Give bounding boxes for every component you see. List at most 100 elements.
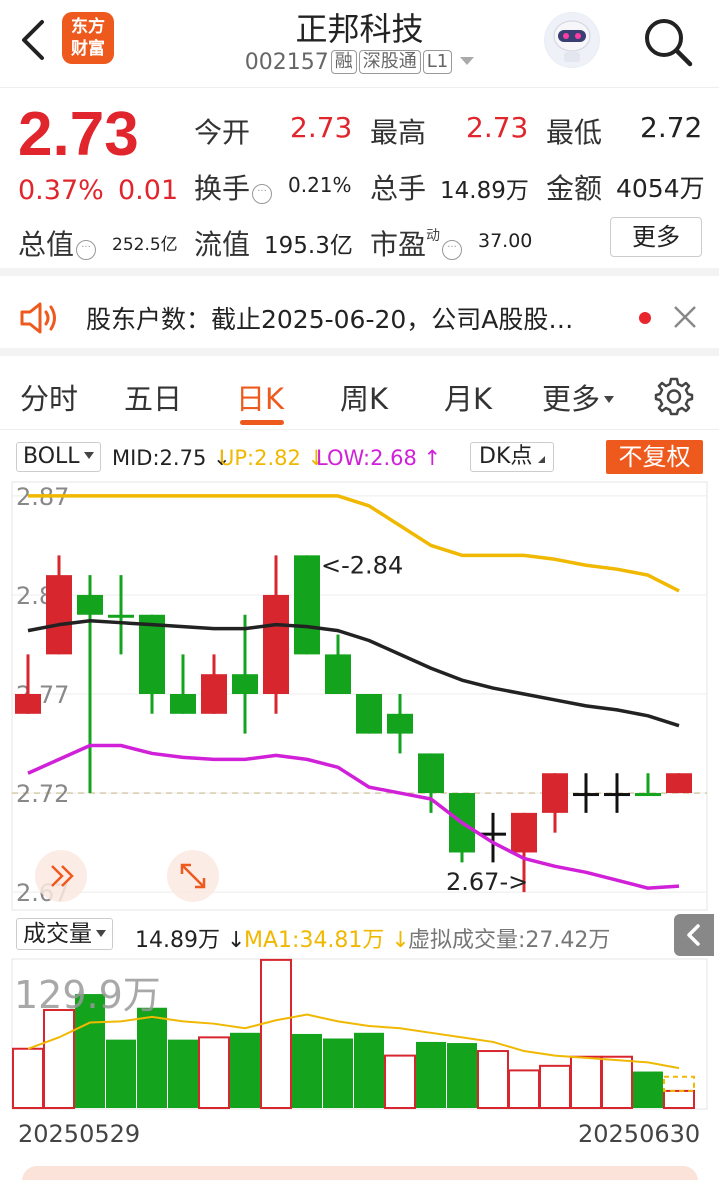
volume-bar bbox=[292, 1033, 322, 1108]
dk-point-select[interactable]: DK点 bbox=[470, 442, 555, 472]
stock-name: 正邦科技 bbox=[295, 10, 424, 48]
volume-bar bbox=[416, 1041, 446, 1108]
volume-bar bbox=[539, 1064, 571, 1109]
volume-bar bbox=[508, 1069, 540, 1109]
low-value: 2.72 bbox=[640, 111, 703, 144]
collapse-panel-icon[interactable] bbox=[674, 914, 714, 956]
last-price: 2.73 bbox=[18, 100, 139, 169]
tab-daily-k[interactable]: 日K bbox=[236, 376, 284, 418]
dropdown-triangle-icon bbox=[96, 930, 106, 937]
volume-indicator-bar: 成交量 14.89万 ↓ MA1:34.81万 ↓ 虚拟成交量:27.42万 bbox=[0, 914, 719, 958]
volume-bar bbox=[633, 1071, 663, 1108]
stock-code-line[interactable]: 002157 融深股通 L1 bbox=[0, 50, 719, 75]
turnover-label[interactable]: 换手 ··· bbox=[194, 167, 273, 207]
candle-body bbox=[325, 654, 351, 694]
tab-five-day[interactable]: 五日 bbox=[124, 376, 182, 418]
pe-label[interactable]: 市盈动··· bbox=[370, 223, 463, 263]
high-label: 最高 bbox=[370, 116, 427, 149]
high-value: 2.73 bbox=[466, 111, 529, 144]
dropdown-triangle-icon bbox=[83, 452, 94, 459]
mktcap-label[interactable]: 总值 ··· bbox=[18, 223, 97, 263]
candle-body bbox=[108, 614, 134, 618]
double-chevron-right-icon[interactable] bbox=[35, 850, 87, 902]
end-date: 20250630 bbox=[578, 1120, 701, 1148]
info-dots-icon: ··· bbox=[442, 240, 463, 260]
volume-bar bbox=[477, 1050, 509, 1109]
dropdown-triangle-icon bbox=[604, 396, 615, 403]
low-annotation: 2.67-> bbox=[446, 868, 528, 896]
change-percent: 0.37% bbox=[18, 175, 104, 206]
open-label: 今开 bbox=[194, 116, 251, 149]
volume-bar bbox=[323, 1038, 353, 1108]
robot-assistant-icon[interactable] bbox=[544, 12, 600, 68]
candle-body bbox=[356, 694, 382, 734]
pe-dynamic-sup: 动 bbox=[426, 228, 441, 244]
top-header: 东方 财富 正邦科技 002157 融深股通 L1 bbox=[0, 0, 719, 88]
candle-body bbox=[46, 575, 72, 655]
speaker-icon bbox=[20, 302, 56, 334]
volume-bar bbox=[663, 1089, 695, 1109]
virtual-volume: 虚拟成交量:27.42万 bbox=[408, 928, 611, 953]
low-label: 最低 bbox=[546, 116, 603, 149]
volume-select[interactable]: 成交量 bbox=[16, 918, 113, 950]
volume-bar bbox=[168, 1039, 198, 1108]
indicator-select[interactable]: BOLL bbox=[16, 442, 101, 472]
candle-body bbox=[604, 793, 630, 797]
volume-bar bbox=[570, 1055, 602, 1109]
tab-monthly-k[interactable]: 月K bbox=[444, 376, 492, 418]
gear-icon[interactable] bbox=[654, 376, 694, 416]
volume-bar bbox=[43, 1009, 75, 1109]
info-dots-icon: ··· bbox=[252, 184, 273, 204]
chart-tabs: 分时 五日 日K 周K 月K 更多 bbox=[0, 364, 719, 430]
turnover-value: 0.21% bbox=[288, 173, 352, 197]
volume-chart[interactable]: 129.9万 bbox=[0, 958, 719, 1114]
expand-arrows-icon[interactable] bbox=[167, 850, 219, 902]
more-stats-button[interactable]: 更多 bbox=[610, 217, 702, 257]
chevron-down-icon bbox=[460, 57, 475, 65]
candle-body bbox=[263, 594, 289, 694]
volume-bar bbox=[12, 1047, 44, 1109]
volume-bar bbox=[137, 1007, 167, 1108]
candle-body bbox=[635, 793, 661, 797]
corner-triangle-icon bbox=[538, 456, 546, 463]
volume-value: 14.89万 ↓ bbox=[135, 928, 246, 953]
tag-connect: 深股通 bbox=[358, 50, 421, 74]
candle-body bbox=[573, 793, 599, 797]
candle-body bbox=[542, 773, 568, 813]
boll-low-value: LOW:2.68 ↑ bbox=[316, 446, 442, 470]
candle-body bbox=[511, 812, 537, 853]
close-icon[interactable] bbox=[670, 302, 700, 332]
bottom-action-bar[interactable] bbox=[22, 1166, 698, 1180]
pe-value: 37.00 bbox=[478, 230, 533, 252]
candle-body bbox=[666, 773, 692, 794]
tab-more[interactable]: 更多 bbox=[542, 376, 615, 418]
notice-banner[interactable]: 股东户数：截止2025-06-20，公司A股股… bbox=[0, 284, 719, 356]
candle-body bbox=[77, 594, 103, 615]
mktcap-value: 252.5亿 bbox=[112, 235, 178, 255]
boll-mid-value: MID:2.75 ↓ bbox=[112, 446, 231, 470]
notice-text: 股东户数：截止2025-06-20，公司A股股… bbox=[86, 305, 574, 334]
candle-body bbox=[15, 694, 41, 714]
volume-bar bbox=[601, 1055, 633, 1109]
adjust-button[interactable]: 不复权 bbox=[606, 440, 703, 474]
stock-code: 002157 bbox=[244, 50, 329, 75]
amount-label: 金额 bbox=[546, 172, 603, 205]
volume-bar bbox=[354, 1032, 384, 1108]
open-value: 2.73 bbox=[290, 111, 353, 144]
tab-intraday[interactable]: 分时 bbox=[20, 376, 78, 418]
candle-body bbox=[232, 674, 258, 694]
candle-body bbox=[387, 713, 413, 734]
candle-body bbox=[418, 753, 444, 794]
volume-bar bbox=[447, 1043, 477, 1108]
kline-chart[interactable]: 2.872.822.772.722.67 <-2.84 2.67-> bbox=[0, 478, 719, 914]
volume-value: 14.89万 bbox=[440, 178, 529, 204]
volume-ma1: MA1:34.81万 ↓ bbox=[244, 928, 410, 953]
indicator-bar: BOLL MID:2.75 ↓ UP:2.82 ↓ LOW:2.68 ↑ DK点… bbox=[0, 438, 719, 478]
float-value: 195.3亿 bbox=[264, 233, 353, 259]
volume-label: 总手 bbox=[370, 172, 427, 205]
search-icon[interactable] bbox=[640, 14, 696, 70]
active-tab-underline bbox=[240, 420, 284, 425]
date-axis: 20250529 20250630 bbox=[0, 1118, 719, 1152]
tab-weekly-k[interactable]: 周K bbox=[340, 376, 388, 418]
info-dots-icon: ··· bbox=[76, 240, 97, 260]
